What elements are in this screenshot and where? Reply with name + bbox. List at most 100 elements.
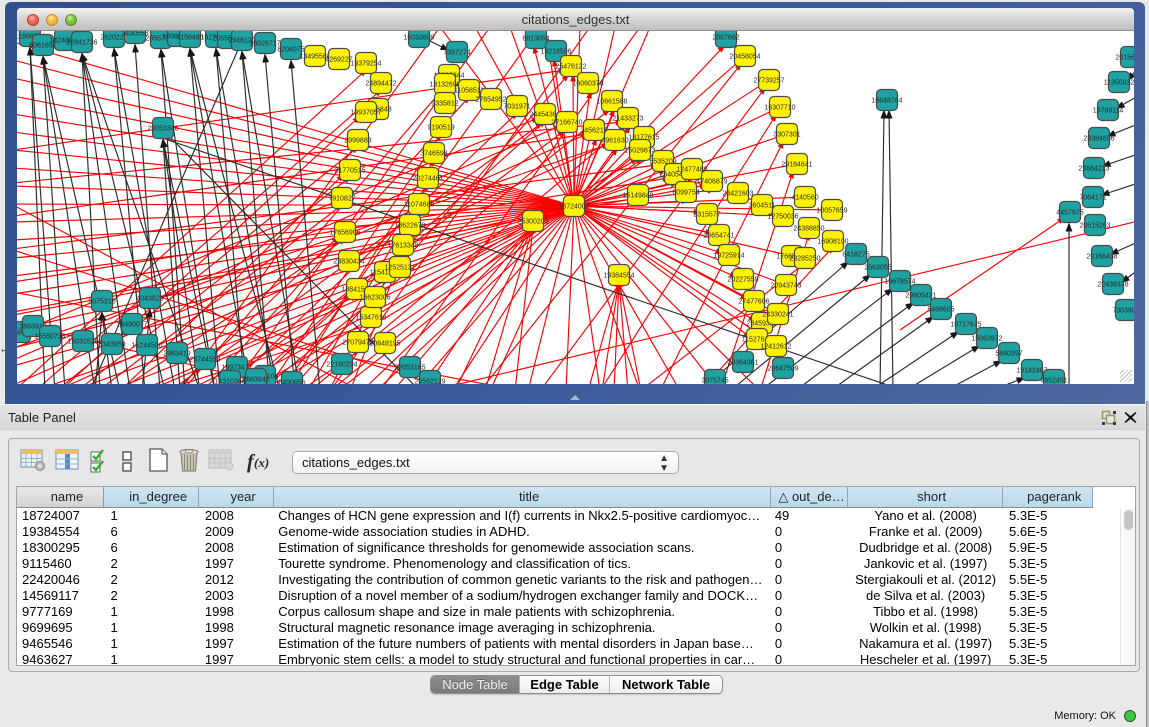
svg-text:8204075: 8204075 [277,47,304,54]
svg-text:9190519: 9190519 [427,125,454,132]
svg-text:4961630: 4961630 [601,138,628,145]
svg-text:10717675: 10717675 [950,322,981,329]
svg-text:2563055: 2563055 [864,265,891,272]
svg-text:21770515: 21770515 [334,168,365,175]
svg-text:16060376: 16060376 [572,81,603,88]
svg-text:15063972: 15063972 [971,336,1002,343]
svg-text:20364361: 20364361 [727,360,758,367]
svg-text:3075745: 3075745 [701,378,728,385]
svg-text:15244500: 15244500 [131,343,162,350]
svg-text:3456213: 3456213 [580,128,607,135]
svg-text:20156684: 20156684 [1115,55,1134,62]
svg-text:23830434: 23830434 [333,259,364,266]
svg-text:18622670: 18622670 [394,223,425,230]
svg-text:20515263: 20515263 [1079,223,1110,230]
svg-text:21433273: 21433273 [612,116,643,123]
svg-text:4043823: 4043823 [136,296,163,303]
svg-text:28384656: 28384656 [1083,136,1114,143]
svg-text:5840397: 5840397 [995,351,1022,358]
svg-text:3604511: 3604511 [749,203,776,210]
svg-text:7064171: 7064171 [1079,195,1106,202]
svg-text:17656906: 17656906 [329,230,360,237]
svg-text:29053346: 29053346 [147,126,178,133]
svg-text:15347616: 15347616 [355,315,386,322]
svg-text:3746598: 3746598 [420,151,447,158]
svg-text:22160294: 22160294 [326,362,357,369]
svg-text:4952451: 4952451 [1040,378,1067,385]
svg-text:17613348: 17613348 [387,243,418,250]
svg-text:11350932: 11350932 [1104,80,1134,87]
svg-text:19799114: 19799114 [1093,108,1124,115]
svg-text:12750036: 12750036 [767,214,798,221]
svg-text:23884213: 23884213 [1078,166,1109,173]
svg-text:10661588: 10661588 [596,99,627,106]
svg-text:(x): (x) [254,455,269,470]
svg-text:9075310: 9075310 [88,299,115,306]
svg-text:27739257: 27739257 [753,78,784,85]
svg-text:8418275: 8418275 [842,252,869,259]
svg-text:19725914: 19725914 [713,253,744,260]
svg-text:27477606: 27477606 [738,299,769,306]
svg-text:16307710: 16307710 [764,105,795,112]
svg-text:16908100: 16908100 [817,239,848,246]
svg-text:18026717: 18026717 [249,41,280,48]
svg-text:16033809: 16033809 [403,35,434,42]
svg-text:27166740: 27166740 [551,120,582,127]
svg-text:7303905: 7303905 [1112,308,1134,315]
svg-text:15149848: 15149848 [622,193,653,200]
svg-text:25300203: 25300203 [517,219,548,226]
svg-text:27654952: 27654952 [475,97,506,104]
svg-text:15031529: 15031529 [67,339,98,346]
svg-text:17406879: 17406879 [696,179,727,186]
svg-text:23285250: 23285250 [789,256,820,263]
svg-text:8813054: 8813054 [522,36,549,43]
svg-text:20647509: 20647509 [767,366,798,373]
svg-text:20227559: 20227559 [727,277,758,284]
svg-text:22438378: 22438378 [1097,282,1128,289]
svg-text:2315577: 2315577 [693,212,720,219]
svg-text:20943743: 20943743 [770,283,801,290]
svg-text:11058511: 11058511 [454,88,484,95]
svg-text:3343959: 3343959 [98,342,125,349]
svg-text:20562129: 20562129 [414,379,445,385]
svg-text:2999883: 2999883 [344,138,371,145]
svg-text:29805421: 29805421 [905,293,936,300]
svg-text:29184641: 29184641 [781,162,812,169]
svg-text:24388850: 24388850 [793,226,824,233]
svg-text:2663941: 2663941 [242,377,269,384]
svg-text:15550734: 15550734 [34,334,65,341]
svg-text:19678574: 19678574 [884,279,915,286]
svg-text:18724007: 18724007 [558,204,589,211]
svg-text:20166438: 20166438 [1086,254,1117,261]
svg-text:2983419: 2983419 [163,351,190,358]
svg-text:10057659: 10057659 [816,208,847,215]
svg-text:3307301: 3307301 [773,132,800,139]
svg-text:19218506: 19218506 [540,49,571,56]
svg-text:28744553: 28744553 [189,357,220,364]
svg-text:19379254: 19379254 [350,61,381,68]
svg-text:22053165: 22053165 [394,365,425,372]
svg-text:19490077: 19490077 [116,322,147,329]
svg-text:19384554: 19384554 [603,273,634,280]
svg-text:20648195: 20648195 [369,341,400,348]
svg-text:24894472: 24894472 [365,81,396,88]
svg-text:4457975: 4457975 [1056,210,1083,217]
svg-text:5468605: 5468605 [927,307,954,314]
svg-text:14310388: 14310388 [214,379,245,385]
svg-text:22841736: 22841736 [66,40,97,47]
svg-text:25476122: 25476122 [555,64,586,71]
svg-text:9335812: 9335812 [431,101,458,108]
svg-text:16623006: 16623006 [359,295,390,302]
svg-text:11074688: 11074688 [404,202,435,209]
svg-text:12525131: 12525131 [384,265,415,272]
svg-text:7031971: 7031971 [503,104,530,111]
svg-text:4140560: 4140560 [791,195,818,202]
svg-text:4269227: 4269227 [325,57,352,64]
svg-text:16648784: 16648784 [871,98,902,105]
svg-text:26654741: 26654741 [703,233,734,240]
svg-text:15029873: 15029873 [624,148,655,155]
svg-text:8490656: 8490656 [278,380,305,385]
svg-text:24330241: 24330241 [762,312,793,319]
svg-text:12412612: 12412612 [760,344,791,351]
svg-text:6099754: 6099754 [672,190,699,197]
